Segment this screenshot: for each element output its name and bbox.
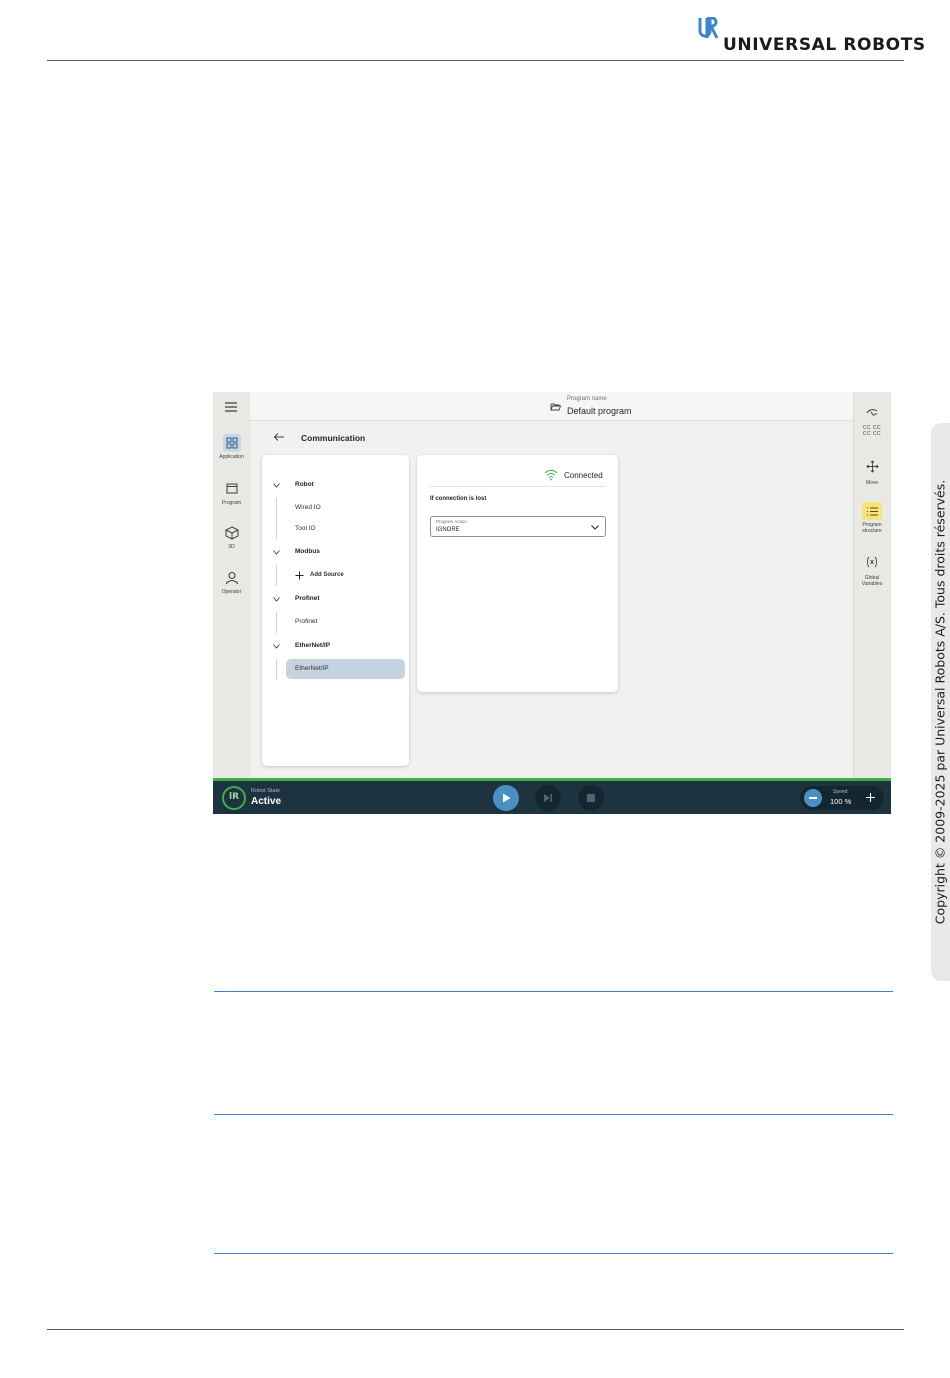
program-action-select[interactable]: Program Action IGNORE — [430, 516, 606, 537]
polyscope-screenshot: Application Program 3D Operator Program … — [213, 392, 891, 814]
bottom-control-bar: lR Robot State Active Speed 100 % — [213, 781, 891, 814]
program-name-caption: Program name — [567, 396, 607, 402]
nav-program-label: Program — [221, 500, 242, 506]
hamburger-menu-icon[interactable] — [224, 401, 238, 413]
chevron-down-icon — [273, 483, 280, 488]
folder-open-icon — [550, 403, 561, 411]
tree-item-label: EtherNet/IP — [295, 665, 329, 672]
chevron-down-icon — [591, 525, 599, 530]
right-navigation: CC CC CC CC Move Program structure Global… — [853, 392, 891, 778]
ur-logo-mark-icon — [698, 17, 719, 39]
step-button[interactable] — [535, 785, 561, 811]
speed-decrease-button[interactable] — [804, 789, 822, 807]
freedrive-indicator: CC CC CC CC — [862, 425, 882, 437]
ethernet-ip-detail-panel: Connected If connection is lost Program … — [417, 455, 618, 692]
logo-text: UNIVERSAL ROBOTS — [723, 35, 926, 55]
program-action-value: IGNORE — [436, 527, 460, 533]
program-action-caption: Program Action — [436, 519, 467, 524]
nav-freedrive[interactable]: CC CC CC CC — [853, 405, 891, 437]
nav-application[interactable]: Application — [213, 434, 250, 460]
speed-value: 100 % — [830, 797, 852, 806]
application-grid-icon — [226, 437, 237, 449]
tree-item-label: Tool IO — [295, 525, 316, 532]
program-name-value: Default program — [567, 406, 632, 416]
back-arrow-icon[interactable] — [273, 432, 285, 442]
add-source-button[interactable]: Add Source — [286, 566, 405, 586]
nav-program-structure[interactable]: Program structure — [853, 502, 891, 534]
nav-program[interactable]: Program — [213, 480, 250, 506]
program-window-icon — [226, 483, 237, 494]
nav-application-label: Application — [219, 454, 244, 460]
nav-move-label: Move — [865, 480, 879, 486]
divider — [429, 486, 606, 487]
section-rule — [214, 1114, 893, 1115]
play-icon — [503, 793, 511, 803]
tree-item-tool-io[interactable]: Tool IO — [286, 519, 405, 539]
nav-3d-label: 3D — [228, 544, 235, 550]
step-forward-icon — [544, 794, 552, 802]
global-variables-icon — [867, 556, 877, 568]
operator-person-icon — [225, 571, 238, 585]
robot-state-value: Active — [251, 796, 282, 807]
nav-move[interactable]: Move — [853, 460, 891, 486]
tree-connector — [276, 498, 277, 539]
ur-robot-state-icon: lR — [222, 786, 246, 810]
nav-operator[interactable]: Operator — [213, 569, 250, 595]
speed-increase-button[interactable] — [864, 791, 877, 804]
tree-item-ethernet-ip[interactable]: EtherNet/IP — [286, 659, 405, 679]
tree-group-label: Modbus — [295, 548, 320, 555]
chevron-down-icon — [273, 550, 280, 555]
tree-item-label: Profinet — [295, 618, 318, 625]
tree-item-label: Wired IO — [295, 504, 321, 511]
chevron-down-icon — [273, 644, 280, 649]
copyright-notice: Copyright © 2009-2025 par Universal Robo… — [932, 479, 948, 925]
connection-status: Connected — [564, 471, 603, 480]
nav-operator-label: Operator — [221, 589, 242, 595]
stop-icon — [587, 794, 595, 802]
top-bar: Program name Default program — [250, 392, 853, 421]
nav-global-variables[interactable]: Global Variables — [853, 555, 891, 587]
stop-button[interactable] — [578, 785, 604, 811]
tree-group-label: Robot — [295, 481, 314, 488]
left-navigation: Application Program 3D Operator — [213, 392, 250, 778]
wifi-connected-icon — [544, 469, 558, 481]
speed-caption: Speed — [833, 789, 848, 795]
play-button[interactable] — [493, 785, 519, 811]
program-structure-icon — [866, 507, 878, 515]
tree-connector — [276, 565, 277, 586]
robot-state-caption: Robot State — [251, 788, 281, 794]
connection-lost-label: If connection is lost — [430, 496, 487, 502]
header-rule — [47, 60, 904, 61]
tree-connector — [276, 612, 277, 633]
section-rule — [214, 991, 893, 992]
footer-rule — [47, 1329, 904, 1330]
minus-icon — [809, 797, 817, 799]
chevron-down-icon — [273, 597, 280, 602]
communication-tree-panel: Robot Wired IO Tool IO Modbus Add Source… — [262, 455, 409, 766]
tree-item-wired-io[interactable]: Wired IO — [286, 498, 405, 518]
add-source-label: Add Source — [310, 572, 344, 578]
tree-group-label: EtherNet/IP — [295, 642, 331, 649]
page-title: Communication — [301, 433, 366, 443]
nav-global-variables-label: Global Variables — [861, 575, 883, 587]
tree-connector — [276, 659, 277, 680]
tree-item-profinet[interactable]: Profinet — [286, 612, 405, 632]
tree-group-label: Profinet — [295, 595, 320, 602]
speed-control: Speed 100 % — [800, 786, 884, 810]
plus-icon — [295, 571, 304, 580]
section-rule — [214, 1253, 893, 1254]
nav-3d[interactable]: 3D — [213, 524, 250, 550]
move-arrows-icon — [865, 460, 879, 473]
freedrive-icon — [866, 409, 878, 417]
cube-3d-icon — [225, 526, 238, 540]
universal-robots-logo: UNIVERSAL ROBOTS — [698, 17, 925, 55]
nav-program-structure-label: Program structure — [862, 522, 882, 534]
